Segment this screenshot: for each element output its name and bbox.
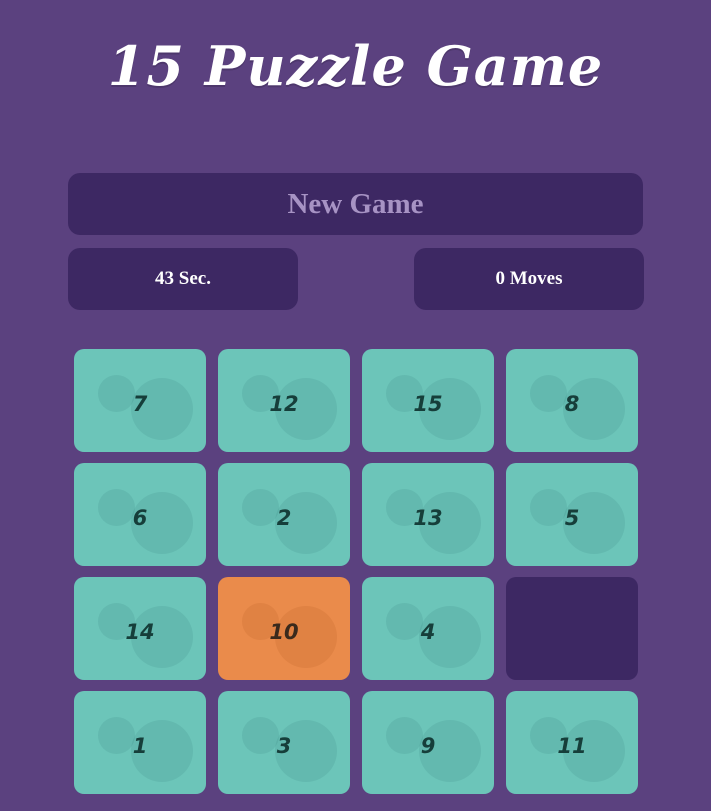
empty-slot [506, 577, 638, 680]
tile-number: 11 [557, 734, 587, 758]
tile-number: 14 [125, 620, 155, 644]
tile-number: 9 [420, 734, 436, 758]
puzzle-tile[interactable]: 1 [74, 691, 206, 794]
page-title: 15 Puzzle Game [107, 34, 604, 98]
puzzle-tile[interactable]: 10 [218, 577, 350, 680]
puzzle-tile[interactable]: 12 [218, 349, 350, 452]
puzzle-tile[interactable]: 11 [506, 691, 638, 794]
puzzle-board: 7 12 15 8 6 2 13 5 14 10 4 1 3 9 11 [68, 343, 644, 801]
tile-number: 7 [132, 392, 148, 416]
new-game-button[interactable]: New Game [68, 173, 643, 235]
puzzle-tile[interactable]: 6 [74, 463, 206, 566]
tile-number: 15 [413, 392, 443, 416]
puzzle-tile[interactable]: 14 [74, 577, 206, 680]
puzzle-tile[interactable]: 3 [218, 691, 350, 794]
tile-number: 5 [564, 506, 580, 530]
puzzle-tile[interactable]: 2 [218, 463, 350, 566]
puzzle-tile[interactable]: 4 [362, 577, 494, 680]
tile-number: 12 [269, 392, 299, 416]
moves-counter: 0 Moves [414, 248, 644, 310]
puzzle-tile[interactable]: 7 [74, 349, 206, 452]
puzzle-tile[interactable]: 8 [506, 349, 638, 452]
timer-display: 43 Sec. [68, 248, 298, 310]
tile-number: 4 [420, 620, 436, 644]
tile-number: 8 [564, 392, 580, 416]
tile-number: 1 [132, 734, 148, 758]
tile-number: 2 [276, 506, 292, 530]
tile-number: 3 [276, 734, 292, 758]
puzzle-tile[interactable]: 15 [362, 349, 494, 452]
puzzle-tile[interactable]: 9 [362, 691, 494, 794]
tile-number: 10 [269, 620, 299, 644]
tile-number: 6 [132, 506, 148, 530]
puzzle-tile[interactable]: 5 [506, 463, 638, 566]
puzzle-tile[interactable]: 13 [362, 463, 494, 566]
tile-number: 13 [413, 506, 443, 530]
